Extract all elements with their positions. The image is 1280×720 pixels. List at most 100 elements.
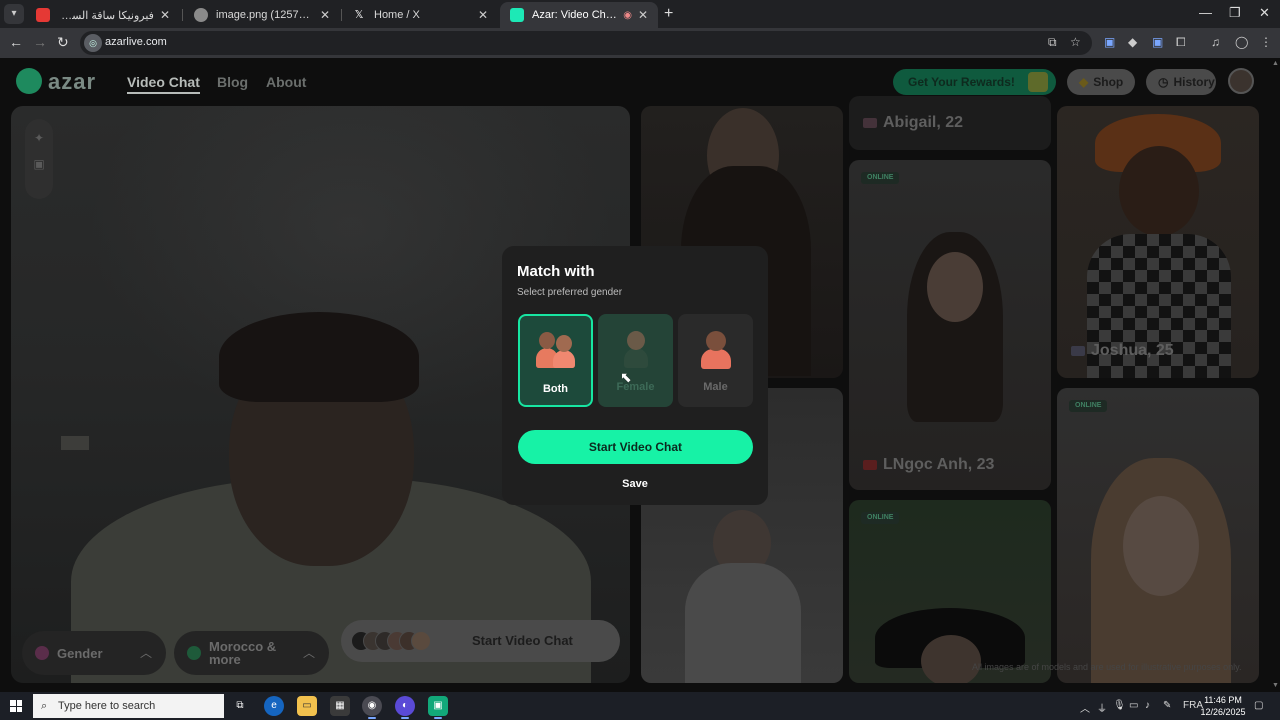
- azar-page: azar Video Chat Blog About Get Your Rewa…: [0, 58, 1280, 692]
- bookmark-star-icon[interactable]: ☆: [1070, 35, 1081, 49]
- tab-title: Azar: Video Chat with New: [532, 9, 617, 21]
- match-with-modal: Match with Select preferred gender Both …: [502, 246, 768, 505]
- search-icon: ⌕: [41, 700, 48, 712]
- wall-fixture: [61, 436, 89, 450]
- globe-icon: [194, 8, 208, 22]
- sticker-icon[interactable]: ▣: [25, 157, 53, 171]
- chrome-icon[interactable]: ◉: [362, 696, 382, 719]
- usb-icon[interactable]: ⏚: [1097, 700, 1107, 715]
- discord-icon[interactable]: ◐: [395, 696, 415, 719]
- user-hair: [219, 312, 419, 402]
- option-male[interactable]: Male: [678, 314, 753, 407]
- extension-icon[interactable]: ◆: [1128, 35, 1137, 49]
- clock[interactable]: 11:46 PM 12/26/2025: [1200, 694, 1246, 718]
- bottom-start-label: Start Video Chat: [472, 633, 573, 648]
- azar-logo-text[interactable]: azar: [48, 69, 96, 95]
- camera-controls[interactable]: ✦ ▣: [25, 119, 53, 199]
- bottom-start-video-chat-button[interactable]: Start Video Chat: [341, 620, 620, 662]
- user-avatar[interactable]: [1228, 68, 1254, 94]
- shop-button[interactable]: ◆ Shop: [1067, 69, 1135, 95]
- sparkle-effect-icon[interactable]: ✦: [25, 131, 53, 145]
- tab-youtube[interactable]: فيرونيكا ساقة السيارة لأول مرة في ✕: [26, 2, 180, 28]
- scroll-up-arrow-icon[interactable]: ▲: [1272, 60, 1279, 67]
- gender-filter-label: Gender: [57, 645, 103, 661]
- rewards-label: Get Your Rewards!: [908, 75, 1015, 89]
- male-figure-head: [539, 332, 555, 349]
- country-filter-label: Morocco & more: [209, 639, 277, 667]
- translate-extension-icon[interactable]: ▣: [1104, 35, 1115, 49]
- profile-face: [927, 252, 983, 322]
- recording-icon: ◉: [623, 9, 632, 21]
- tab-search-icon[interactable]: ▾: [4, 4, 24, 24]
- history-button[interactable]: ◷ History: [1146, 69, 1216, 95]
- scroll-down-arrow-icon[interactable]: ▼: [1272, 682, 1279, 689]
- menu-icon[interactable]: ⋮: [1260, 35, 1272, 49]
- x-logo-icon: 𝕏: [354, 9, 364, 21]
- microphone-icon[interactable]: 🎙: [1113, 700, 1126, 711]
- shop-label: Shop: [1093, 75, 1124, 89]
- globe-icon: [187, 646, 201, 660]
- tab-image[interactable]: image.png (1257×712) ✕: [184, 2, 340, 28]
- profile-icon[interactable]: ◯: [1235, 35, 1248, 49]
- minimize-icon[interactable]: —: [1199, 5, 1212, 20]
- gender-icon: [35, 646, 49, 660]
- nav-video-chat[interactable]: Video Chat: [127, 74, 200, 94]
- profile-card-joshua[interactable]: Joshua, 25: [1057, 106, 1259, 378]
- azar-taskbar-icon[interactable]: ▣: [428, 696, 448, 719]
- volume-icon[interactable]: ♪: [1145, 700, 1150, 711]
- male-figure-head: [706, 331, 726, 351]
- site-info-icon[interactable]: ◎: [84, 34, 102, 52]
- store-icon[interactable]: ▦: [330, 696, 350, 716]
- save-button[interactable]: Save: [610, 476, 660, 492]
- windows-taskbar: ⌕ Type here to search ⧉ e ▭ ▦ ◉ ◐ ▣ ︿ ⏚ …: [0, 692, 1280, 720]
- back-icon[interactable]: ←: [9, 34, 23, 50]
- disclaimer-text: All images are of models and are used fo…: [972, 662, 1242, 672]
- windows-start-icon[interactable]: [10, 700, 22, 712]
- puzzle-icon[interactable]: ⧠: [1176, 35, 1186, 50]
- battery-icon[interactable]: ▭: [1129, 700, 1138, 711]
- azar-logo-icon[interactable]: [16, 68, 42, 94]
- edge-icon[interactable]: e: [264, 696, 284, 716]
- clock-date: 12/26/2025: [1200, 707, 1246, 717]
- address-bar: ← → ↻ ◎ azarlive.com ⧉ ☆ ▣ ◆ ▣ ⧠ ♫ ◯ ⋮: [0, 28, 1280, 58]
- profile-card[interactable]: ONLINE: [1057, 388, 1259, 683]
- gender-filter-button[interactable]: Gender ︿: [22, 631, 166, 675]
- task-view-icon[interactable]: ⧉: [230, 696, 250, 716]
- country-filter-button[interactable]: Morocco & more ︿: [174, 631, 329, 675]
- close-icon[interactable]: ✕: [320, 8, 330, 22]
- media-control-icon[interactable]: ♫: [1211, 35, 1220, 49]
- tab-azar[interactable]: Azar: Video Chat with New ◉ ✕: [500, 2, 658, 28]
- pen-icon[interactable]: ✎: [1163, 700, 1171, 711]
- option-female[interactable]: Female: [598, 314, 673, 407]
- tab-separator: [182, 9, 183, 21]
- taskbar-search-field[interactable]: ⌕ Type here to search: [33, 694, 224, 718]
- reload-icon[interactable]: ↻: [57, 34, 69, 51]
- close-icon[interactable]: ✕: [160, 8, 170, 22]
- install-app-icon[interactable]: ⧉: [1048, 35, 1057, 50]
- profile-card-abigail[interactable]: Abigail, 22: [849, 96, 1051, 150]
- profile-card-lngoc[interactable]: ONLINE LNgọc Anh, 23: [849, 160, 1051, 490]
- option-both-label: Both: [542, 383, 569, 395]
- nav-blog[interactable]: Blog: [217, 74, 248, 90]
- forward-icon[interactable]: →: [33, 34, 47, 50]
- start-video-chat-button[interactable]: Start Video Chat: [518, 430, 753, 464]
- tray-expand-icon[interactable]: ︿: [1080, 700, 1090, 715]
- rewards-button[interactable]: Get Your Rewards!: [893, 69, 1056, 95]
- window-close-icon[interactable]: ✕: [1259, 5, 1270, 21]
- tab-x[interactable]: 𝕏 Home / X ✕: [342, 2, 498, 28]
- notification-icon[interactable]: ▢: [1254, 700, 1263, 711]
- profile-card[interactable]: ONLINE: [849, 500, 1051, 683]
- option-both[interactable]: Both: [518, 314, 593, 407]
- nav-about[interactable]: About: [266, 74, 306, 90]
- extension-icon-2[interactable]: ▣: [1152, 35, 1163, 49]
- url-field[interactable]: ◎ azarlive.com ⧉ ☆: [80, 31, 1092, 55]
- azar-icon: [510, 8, 524, 22]
- close-icon[interactable]: ✕: [638, 8, 648, 22]
- online-badge: ONLINE: [861, 172, 900, 184]
- profile-coat: [685, 563, 801, 683]
- profile-name: LNgọc Anh, 23: [863, 456, 994, 474]
- restore-icon[interactable]: ❐: [1229, 5, 1241, 21]
- new-tab-button[interactable]: +: [664, 5, 673, 23]
- close-icon[interactable]: ✕: [478, 8, 488, 22]
- file-explorer-icon[interactable]: ▭: [297, 696, 317, 716]
